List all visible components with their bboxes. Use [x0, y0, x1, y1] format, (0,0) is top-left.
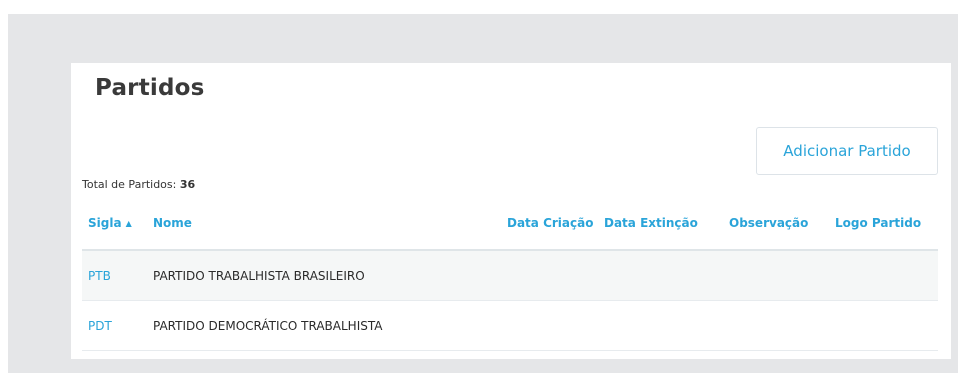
total-label: Total de Partidos: — [82, 178, 177, 191]
partidos-panel: Partidos Adicionar Partido Total de Part… — [71, 63, 951, 359]
table-row: PTB PARTIDO TRABALHISTA BRASILEIRO — [82, 251, 938, 301]
total-partidos: Total de Partidos: 36 — [82, 178, 195, 191]
column-header-logo-partido[interactable]: Logo Partido — [835, 216, 921, 230]
table-header: Sigla ▲ Nome Data Criação Data Extinção O… — [82, 213, 938, 251]
sort-up-icon: ▲ — [125, 219, 132, 228]
add-partido-button[interactable]: Adicionar Partido — [756, 127, 938, 175]
column-header-sigla-label: Sigla — [88, 216, 122, 230]
screenshot-frame: Partidos Adicionar Partido Total de Part… — [8, 14, 958, 373]
sigla-link[interactable]: PTB — [88, 269, 111, 283]
sigla-link[interactable]: PDT — [88, 319, 112, 333]
column-header-nome[interactable]: Nome — [153, 216, 192, 230]
column-header-data-extincao[interactable]: Data Extinção — [604, 216, 698, 230]
column-header-observacao[interactable]: Observação — [729, 216, 808, 230]
total-count: 36 — [179, 178, 196, 191]
page-title: Partidos — [95, 75, 205, 101]
table-row: PDT PARTIDO DEMOCRÁTICO TRABALHISTA — [82, 301, 938, 351]
nome-cell: PARTIDO TRABALHISTA BRASILEIRO — [153, 269, 365, 283]
column-header-data-criacao[interactable]: Data Criação — [507, 216, 593, 230]
column-header-sigla[interactable]: Sigla ▲ — [88, 216, 132, 230]
nome-cell: PARTIDO DEMOCRÁTICO TRABALHISTA — [153, 319, 383, 333]
